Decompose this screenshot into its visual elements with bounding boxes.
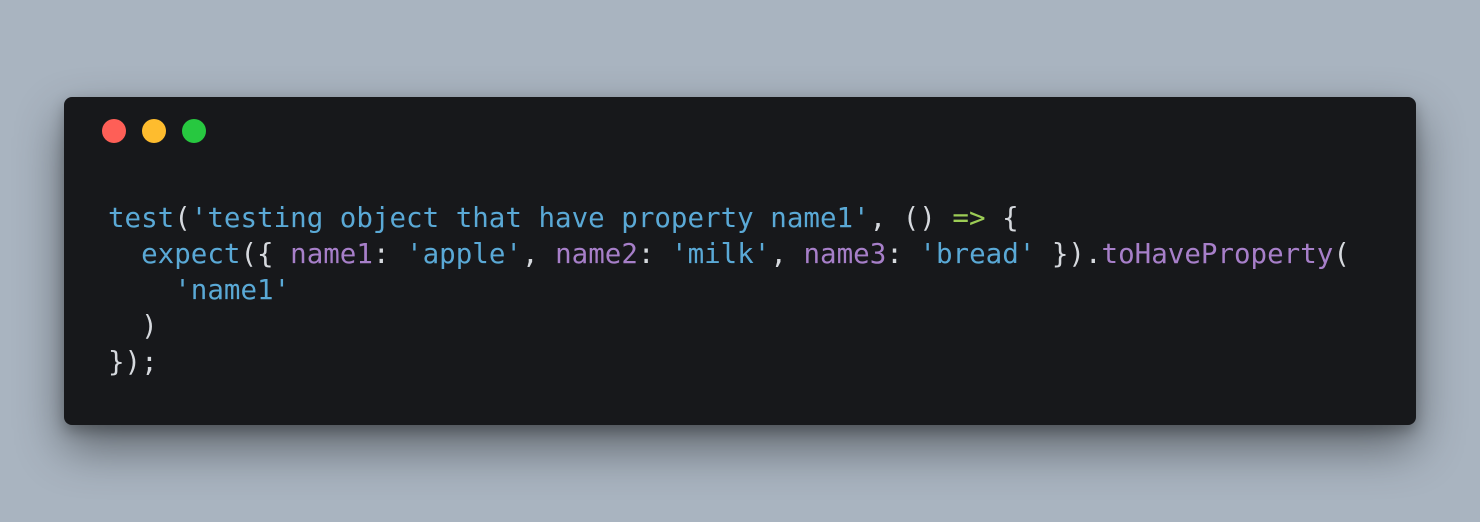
code-token-property: name1: [290, 238, 373, 270]
code-token-string: 'testing object that have property name1…: [190, 202, 870, 234]
code-line: ): [108, 308, 1350, 344]
code-line: });: [108, 344, 1350, 380]
code-token-plain: (: [1333, 238, 1350, 270]
maximize-icon: [182, 119, 206, 143]
code-token-plain: {: [985, 202, 1019, 234]
code-token-plain: ({: [240, 238, 291, 270]
close-icon: [102, 119, 126, 143]
code-token-plain: ,: [521, 238, 556, 270]
code-line: expect({ name1: 'apple', name2: 'milk', …: [108, 236, 1350, 272]
code-token-function: expect: [141, 238, 241, 270]
code-token-plain: (: [174, 202, 191, 234]
code-token-string: 'milk': [671, 238, 771, 270]
minimize-icon: [142, 119, 166, 143]
code-token-plain: :: [886, 238, 920, 270]
code-token-string: 'apple': [406, 238, 522, 270]
code-token-plain: :: [372, 238, 407, 270]
code-token-plain: :: [637, 238, 672, 270]
code-token-plain: ): [108, 310, 158, 342]
code-block: test('testing object that have property …: [108, 200, 1350, 380]
code-token-plain: });: [108, 346, 158, 378]
code-token-string: 'bread': [919, 238, 1036, 270]
code-token-plain: , (): [869, 202, 953, 234]
code-token-property: name2: [555, 238, 638, 270]
code-line: 'name1': [108, 272, 1350, 308]
code-line: test('testing object that have property …: [108, 200, 1350, 236]
code-token-function: test: [108, 202, 175, 234]
code-token-string: 'name1': [174, 274, 291, 306]
code-token-property: name3: [803, 238, 887, 270]
code-token-plain: ,: [770, 238, 804, 270]
code-window: test('testing object that have property …: [64, 97, 1416, 425]
code-token-method: toHaveProperty: [1101, 238, 1334, 270]
code-token-plain: }).: [1035, 238, 1102, 270]
code-token-arrow: =>: [952, 202, 986, 234]
